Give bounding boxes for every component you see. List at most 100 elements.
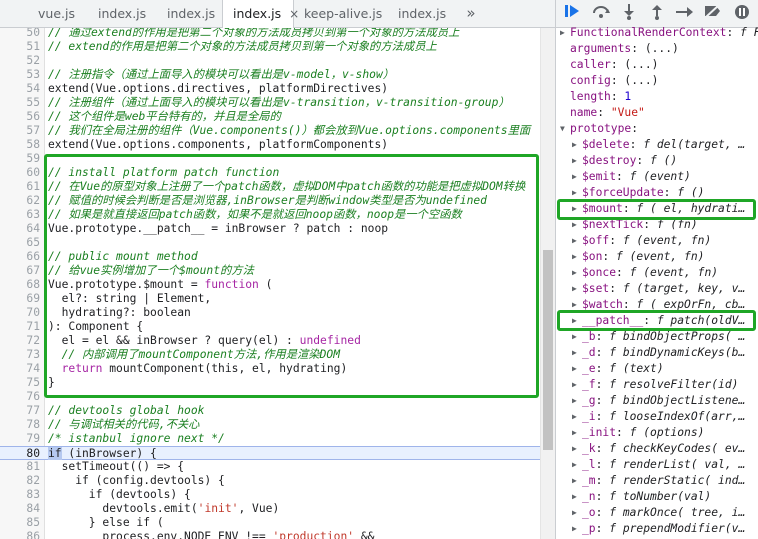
line-number[interactable]: 81 bbox=[0, 460, 40, 474]
line-number[interactable]: 53 bbox=[0, 68, 40, 82]
step-icon[interactable] bbox=[675, 4, 695, 24]
scope-item-init[interactable]: ▶ _init: f (options) bbox=[556, 425, 758, 441]
scope-item-e[interactable]: ▶ _e: f (text) bbox=[556, 361, 758, 377]
scope-item-name[interactable]: name: "Vue" bbox=[556, 105, 758, 121]
line-number[interactable]: 52 bbox=[0, 54, 40, 68]
scope-item-on[interactable]: ▶ $on: f (event, fn) bbox=[556, 249, 758, 265]
scope-item-arguments[interactable]: arguments: (...) bbox=[556, 41, 758, 57]
line-number[interactable]: 59 bbox=[0, 152, 40, 166]
expand-right-icon[interactable]: ▶ bbox=[572, 313, 577, 329]
deactivate-breakpoints-icon[interactable] bbox=[703, 4, 723, 24]
line-number[interactable]: 80 bbox=[0, 447, 40, 461]
scope-item-caller[interactable]: caller: (...) bbox=[556, 57, 758, 73]
line-number[interactable]: 83 bbox=[0, 488, 40, 502]
line-number[interactable]: 68 bbox=[0, 278, 40, 292]
expand-right-icon[interactable]: ▶ bbox=[572, 249, 577, 265]
line-number[interactable]: 64 bbox=[0, 222, 40, 236]
scope-item-destroy[interactable]: ▶ $destroy: f () bbox=[556, 153, 758, 169]
expand-right-icon[interactable]: ▶ bbox=[572, 217, 577, 233]
scope-item-config[interactable]: config: (...) bbox=[556, 73, 758, 89]
more-tabs-icon[interactable]: » bbox=[458, 0, 484, 27]
editor-scrollbar[interactable] bbox=[540, 28, 555, 539]
scope-item-b[interactable]: ▶ _b: f bindObjectProps( … bbox=[556, 329, 758, 345]
expand-right-icon[interactable]: ▶ bbox=[572, 153, 577, 169]
line-number[interactable]: 71 bbox=[0, 320, 40, 334]
line-number[interactable]: 62 bbox=[0, 194, 40, 208]
scope-item-once[interactable]: ▶ $once: f (event, fn) bbox=[556, 265, 758, 281]
scope-item-m[interactable]: ▶ _m: f renderStatic( ind… bbox=[556, 473, 758, 489]
tab-file-3[interactable]: index.js × bbox=[222, 0, 299, 28]
expand-right-icon[interactable]: ▶ bbox=[572, 361, 577, 377]
expand-right-icon[interactable]: ▶ bbox=[572, 393, 577, 409]
line-number[interactable]: 51 bbox=[0, 40, 40, 54]
scope-item-set[interactable]: ▶ $set: f (target, key, v… bbox=[556, 281, 758, 297]
line-number[interactable]: 60 bbox=[0, 166, 40, 180]
expand-right-icon[interactable]: ▶ bbox=[572, 473, 577, 489]
line-number[interactable]: 86 bbox=[0, 530, 40, 539]
expand-right-icon[interactable]: ▶ bbox=[572, 281, 577, 297]
line-number[interactable]: 77 bbox=[0, 404, 40, 418]
expand-right-icon[interactable]: ▶ bbox=[572, 521, 577, 537]
expand-right-icon[interactable]: ▶ bbox=[572, 233, 577, 249]
expand-down-icon[interactable]: ▼ bbox=[560, 121, 565, 137]
scope-item-p[interactable]: ▶ _p: f prependModifier(v… bbox=[556, 521, 758, 537]
scope-item-length[interactable]: length: 1 bbox=[556, 89, 758, 105]
line-number[interactable]: 55 bbox=[0, 96, 40, 110]
line-number[interactable]: 57 bbox=[0, 124, 40, 138]
scope-item-off[interactable]: ▶ $off: f (event, fn) bbox=[556, 233, 758, 249]
step-out-icon[interactable] bbox=[647, 4, 667, 24]
line-number[interactable]: 58 bbox=[0, 138, 40, 152]
scope-item-FunctionalRenderContext[interactable]: ▶ FunctionalRenderContext: f FunctionalRe… bbox=[556, 25, 758, 41]
line-number[interactable]: 56 bbox=[0, 110, 40, 124]
line-number[interactable]: 73 bbox=[0, 348, 40, 362]
scope-item-watch[interactable]: ▶ $watch: f ( expOrFn, cb… bbox=[556, 297, 758, 313]
tab-file-2[interactable]: index.js bbox=[157, 0, 222, 27]
tab-file-0[interactable]: vue.js bbox=[28, 0, 88, 27]
scope-item-mount[interactable]: ▶ $mount: f ( el, hydrati… bbox=[556, 201, 758, 217]
scope-item-o[interactable]: ▶ _o: f markOnce( tree, i… bbox=[556, 505, 758, 521]
scope-item-nextTick[interactable]: ▶ $nextTick: f (fn) bbox=[556, 217, 758, 233]
scope-item-patch[interactable]: ▶ __patch__: f patch(oldV… bbox=[556, 313, 758, 329]
line-number[interactable]: 54 bbox=[0, 82, 40, 96]
expand-right-icon[interactable]: ▶ bbox=[572, 409, 577, 425]
line-number[interactable]: 66 bbox=[0, 250, 40, 264]
line-number[interactable]: 67 bbox=[0, 264, 40, 278]
line-number[interactable]: 65 bbox=[0, 236, 40, 250]
line-number[interactable]: 74 bbox=[0, 362, 40, 376]
step-over-icon[interactable] bbox=[591, 4, 611, 24]
scope-item-g[interactable]: ▶ _g: f bindObjectListene… bbox=[556, 393, 758, 409]
expand-right-icon[interactable]: ▶ bbox=[572, 377, 577, 393]
tab-file-4[interactable]: keep-alive.js bbox=[294, 0, 388, 27]
scope-item-i[interactable]: ▶ _i: f looseIndexOf(arr,… bbox=[556, 409, 758, 425]
expand-right-icon[interactable]: ▶ bbox=[572, 345, 577, 361]
scope-item-f[interactable]: ▶ _f: f resolveFilter(id) bbox=[556, 377, 758, 393]
expand-right-icon[interactable]: ▶ bbox=[572, 185, 577, 201]
expand-right-icon[interactable]: ▶ bbox=[572, 297, 577, 313]
line-number[interactable]: 76 bbox=[0, 390, 40, 404]
expand-right-icon[interactable]: ▶ bbox=[572, 201, 577, 217]
scope-item-forceUpdate[interactable]: ▶ $forceUpdate: f () bbox=[556, 185, 758, 201]
expand-right-icon[interactable]: ▶ bbox=[572, 457, 577, 473]
scope-item-l[interactable]: ▶ _l: f renderList( val, … bbox=[556, 457, 758, 473]
scope-item-emit[interactable]: ▶ $emit: f (event) bbox=[556, 169, 758, 185]
expand-right-icon[interactable]: ▶ bbox=[572, 329, 577, 345]
line-number[interactable]: 75 bbox=[0, 376, 40, 390]
expand-right-icon[interactable]: ▶ bbox=[572, 489, 577, 505]
line-number[interactable]: 70 bbox=[0, 306, 40, 320]
tab-file-1[interactable]: index.js bbox=[88, 0, 157, 27]
expand-right-icon[interactable]: ▶ bbox=[560, 25, 565, 41]
expand-right-icon[interactable]: ▶ bbox=[572, 505, 577, 521]
resume-icon[interactable] bbox=[562, 4, 582, 24]
line-number[interactable]: 69 bbox=[0, 292, 40, 306]
pause-on-exceptions-icon[interactable] bbox=[732, 4, 752, 24]
expand-right-icon[interactable]: ▶ bbox=[572, 169, 577, 185]
editor-scrollbar-thumb[interactable] bbox=[543, 250, 553, 450]
expand-right-icon[interactable]: ▶ bbox=[572, 137, 577, 153]
line-number[interactable]: 72 bbox=[0, 334, 40, 348]
scope-item-k[interactable]: ▶ _k: f checkKeyCodes( ev… bbox=[556, 441, 758, 457]
line-number[interactable]: 82 bbox=[0, 474, 40, 488]
scope-item-delete[interactable]: ▶ $delete: f del(target, … bbox=[556, 137, 758, 153]
expand-right-icon[interactable]: ▶ bbox=[572, 425, 577, 441]
scope-item-prototype[interactable]: ▼ prototype: bbox=[556, 121, 758, 137]
expand-right-icon[interactable]: ▶ bbox=[572, 441, 577, 457]
